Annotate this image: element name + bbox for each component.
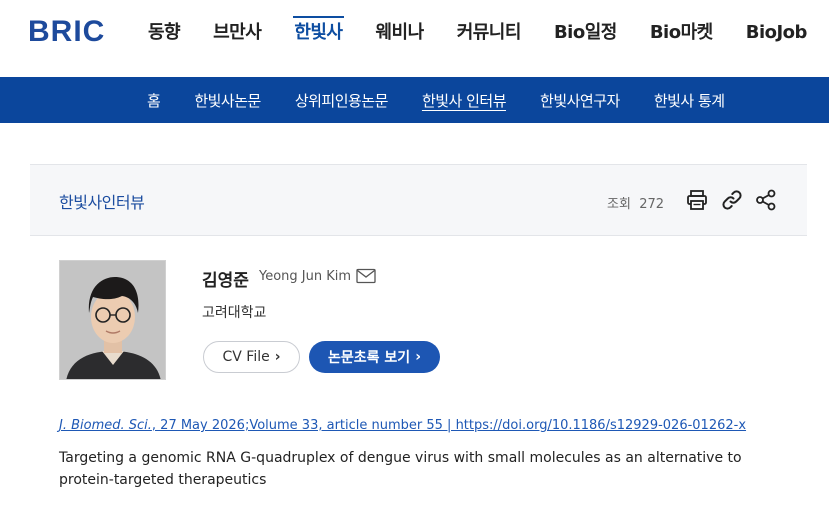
share-icon[interactable] [754, 188, 778, 212]
researcher-photo [59, 260, 166, 380]
main-nav-item-bmansa[interactable]: 브만사 [213, 0, 262, 77]
paper-title: Targeting a genomic RNA G-quadruplex of … [59, 450, 742, 488]
journal-name: J. Biomed. Sci. [59, 418, 152, 433]
sub-nav-item-interview[interactable]: 한빛사 인터뷰 [422, 90, 507, 111]
main-nav-item-hanbitsa[interactable]: 한빛사 [293, 0, 344, 77]
cv-file-label: CV File [222, 349, 270, 365]
researcher-affiliation: 고려대학교 [202, 305, 267, 321]
view-abstract-label: 논문초록 보기 [328, 350, 411, 366]
researcher-name: 김영준 [202, 271, 249, 291]
main-nav-item-community[interactable]: 커뮤니티 [457, 0, 522, 77]
print-icon[interactable] [685, 188, 709, 212]
cv-file-button[interactable]: CV File › [203, 341, 300, 373]
bric-logo[interactable]: BRIC [28, 15, 106, 48]
sub-nav-items: 홈 한빛사논문 상위피인용논문 한빛사 인터뷰 한빛사연구자 한빛사 통계 [147, 77, 759, 123]
main-nav-item-webinar[interactable]: 웨비나 [376, 0, 425, 77]
main-nav-item-bio-market[interactable]: Bio마켓 [650, 0, 713, 77]
view-count-label: 조회 [607, 197, 631, 212]
link-icon[interactable] [720, 188, 744, 212]
sub-nav-item-statistics[interactable]: 한빛사 통계 [654, 90, 725, 111]
sub-nav: 홈 한빛사논문 상위피인용논문 한빛사 인터뷰 한빛사연구자 한빛사 통계 [0, 77, 829, 123]
mail-icon[interactable] [356, 268, 376, 284]
view-count-value: 272 [639, 197, 665, 212]
section-title: 한빛사인터뷰 [59, 193, 145, 212]
sub-nav-item-home[interactable]: 홈 [147, 90, 161, 111]
main-nav-item-news[interactable]: 동향 [148, 0, 181, 77]
main-nav-item-bio-schedule[interactable]: Bio일정 [554, 0, 617, 77]
top-header: BRIC 동향 브만사 한빛사 웨비나 커뮤니티 Bio일정 Bio마켓 Bio… [0, 0, 829, 77]
main-nav-item-biojob[interactable]: BioJob [746, 0, 808, 77]
sub-nav-item-papers[interactable]: 한빛사논문 [194, 90, 261, 111]
content-header-bar: 한빛사인터뷰 조회 272 [30, 164, 807, 236]
sub-nav-item-top-cited[interactable]: 상위피인용논문 [295, 90, 389, 111]
main-nav: 동향 브만사 한빛사 웨비나 커뮤니티 Bio일정 Bio마켓 BioJob [148, 0, 829, 77]
citation-details: , 27 May 2026;Volume 33, article number … [151, 418, 747, 433]
chevron-right-icon: › [274, 349, 281, 365]
sub-nav-item-researchers[interactable]: 한빛사연구자 [540, 90, 620, 111]
chevron-right-icon: › [415, 349, 421, 365]
view-abstract-button[interactable]: 논문초록 보기 › [309, 341, 440, 373]
view-count: 조회 272 [607, 193, 664, 212]
logo-text: BRIC [28, 15, 106, 48]
researcher-name-en: Yeong Jun Kim [259, 269, 352, 284]
paper-citation-link[interactable]: J. Biomed. Sci., 27 May 2026;Volume 33, … [59, 418, 746, 433]
